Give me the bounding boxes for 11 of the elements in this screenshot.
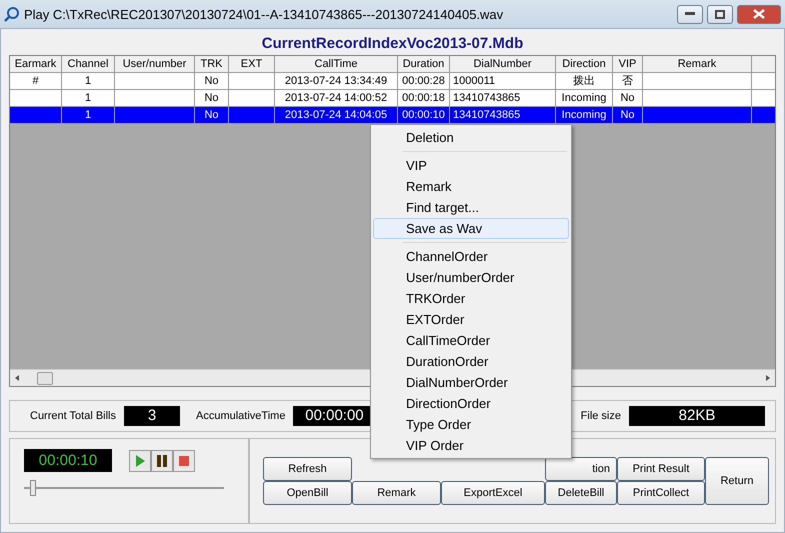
table-title: CurrentRecordIndexVoc2013-07.Mdb: [260, 34, 524, 54]
file-size-display: 82KB: [629, 406, 765, 426]
window-title: Play C:\TxRec\REC201307\20130724\01--A-13410743865---20130724140405.wav: [24, 6, 504, 22]
table-cell: No: [613, 107, 643, 124]
table-cell: No: [195, 107, 229, 124]
file-size-label: File size: [580, 410, 621, 422]
time-display: 00:00:10: [24, 449, 112, 472]
time-label: AccumulativeTime: [196, 410, 286, 422]
table-cell: 1: [62, 107, 115, 124]
total-bills-label: Current Total Bills: [30, 410, 116, 422]
total-bills-display: 3: [124, 406, 180, 426]
